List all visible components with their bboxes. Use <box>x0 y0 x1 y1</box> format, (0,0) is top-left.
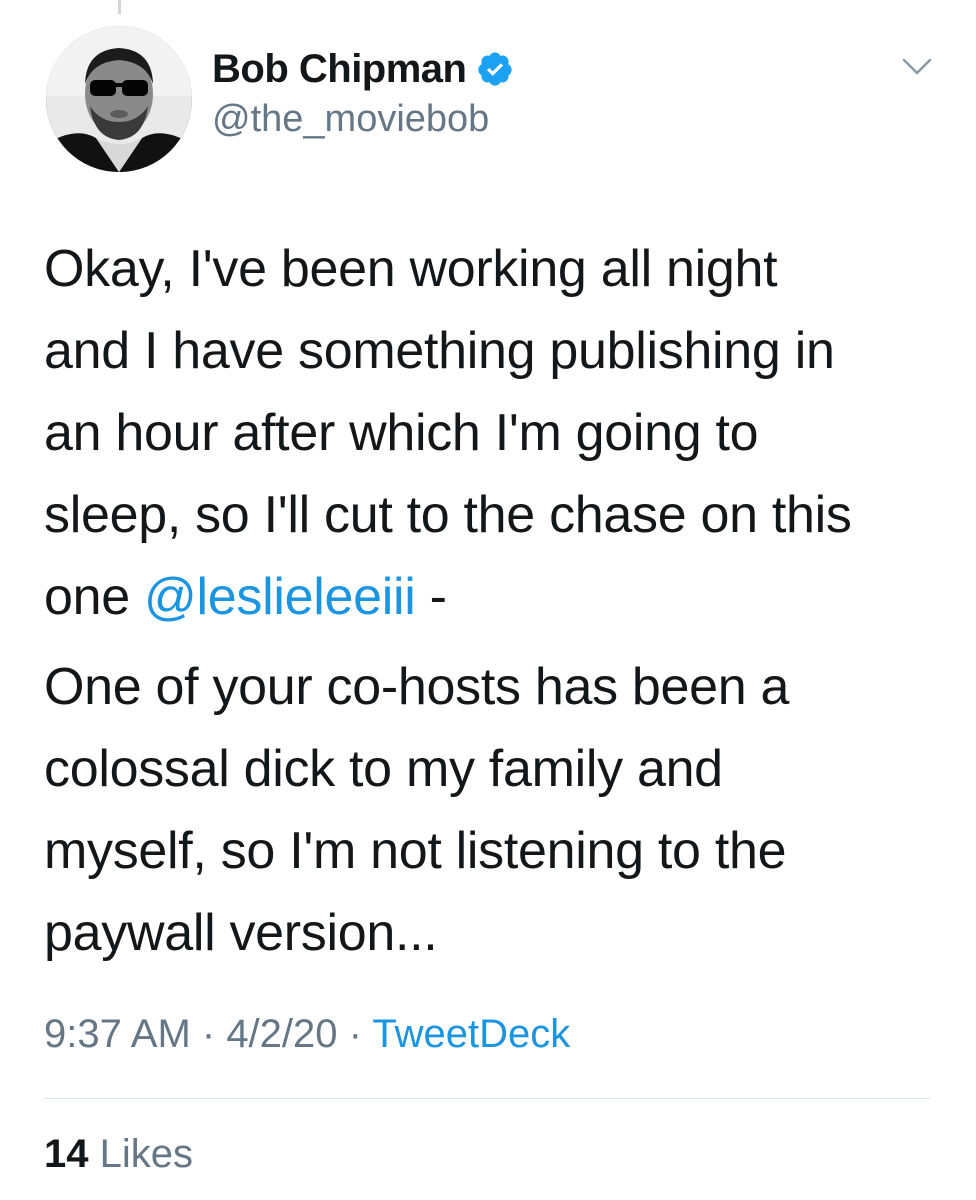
meta-separator: · <box>337 1012 373 1056</box>
divider <box>44 1098 930 1099</box>
thread-connector-line <box>118 0 121 14</box>
likes-count: 14 <box>44 1132 89 1176</box>
tweet-line: sleep, so I'll cut to the chase on this <box>44 486 852 544</box>
tweet-text: Okay, I've been working all night and I … <box>44 228 944 974</box>
tweet-line-suffix: - <box>415 568 447 626</box>
tweet-line: colossal dick to my family and <box>44 740 723 798</box>
author-handle[interactable]: @the_moviebob <box>212 98 489 141</box>
tweet-line-prefix: one <box>44 568 145 626</box>
tweet-line: One of your co-hosts has been a <box>44 658 790 716</box>
avatar[interactable] <box>46 26 192 172</box>
chevron-down-icon[interactable] <box>900 54 934 78</box>
author-display-name[interactable]: Bob Chipman <box>212 47 467 92</box>
verified-badge-icon <box>476 50 514 88</box>
tweet-source-link[interactable]: TweetDeck <box>372 1012 570 1056</box>
likes-stat[interactable]: 14 Likes <box>44 1132 193 1177</box>
meta-separator: · <box>190 1012 227 1056</box>
tweet-line: an hour after which I'm going to <box>44 404 759 462</box>
tweet-line: one @leslieleeiii - <box>44 556 944 638</box>
likes-label: Likes <box>99 1132 194 1176</box>
tweet-line: Okay, I've been working all night <box>44 240 778 298</box>
tweet-date[interactable]: 4/2/20 <box>226 1012 337 1056</box>
tweet-line: and I have something publishing in <box>44 322 835 380</box>
mention-link[interactable]: @leslieleeiii <box>144 568 416 626</box>
avatar-image <box>46 26 192 172</box>
author-name-row: Bob Chipman <box>212 44 514 94</box>
tweet-time[interactable]: 9:37 AM <box>44 1012 191 1056</box>
tweet-line: paywall version... <box>44 904 438 962</box>
tweet-meta: 9:37 AM · 4/2/20 · TweetDeck <box>44 1012 570 1057</box>
tweet-line: myself, so I'm not listening to the <box>44 822 787 880</box>
